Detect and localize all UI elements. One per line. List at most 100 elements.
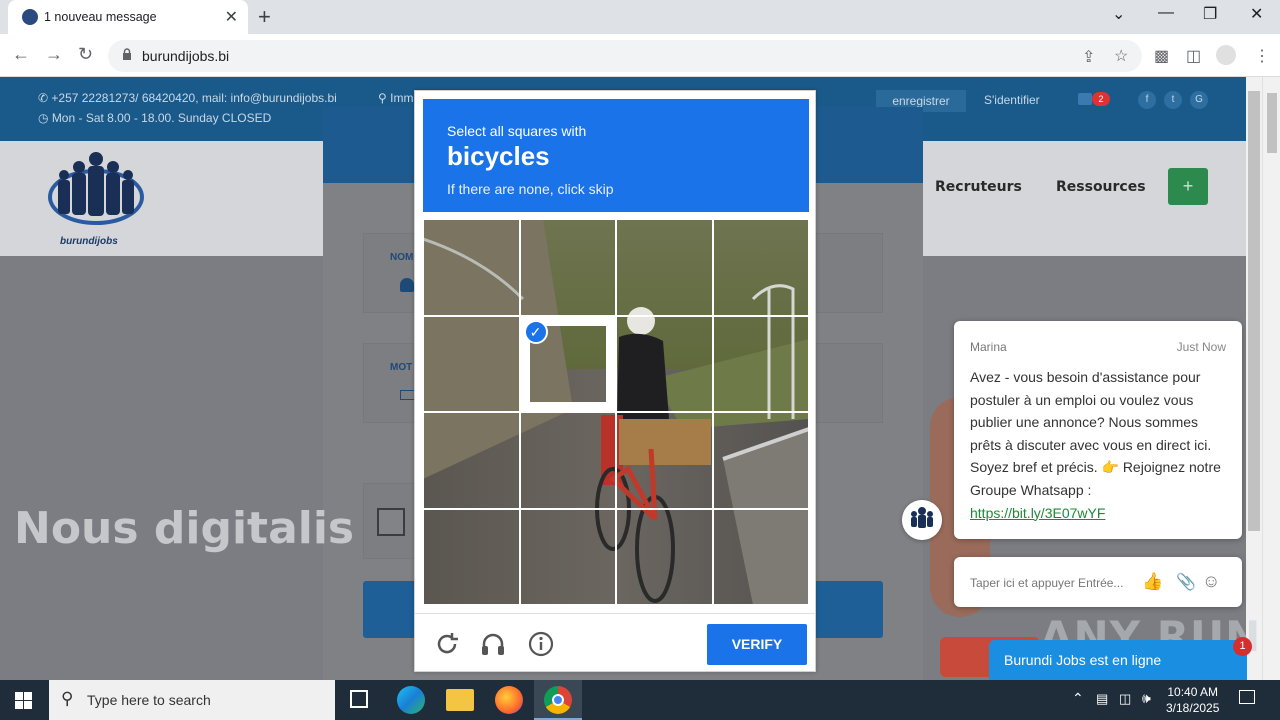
reload-icon[interactable]: ↻ (78, 44, 93, 65)
captcha-dialog: Select all squares with bicycles If ther… (414, 90, 816, 672)
chat-message-panel: Marina Just Now Avez - vous besoin d'ass… (954, 321, 1242, 539)
clock-time: 10:40 AM (1167, 685, 1219, 699)
page-scrollbar[interactable] (1262, 77, 1280, 680)
password-label: MOT (390, 362, 413, 373)
captcha-cell-2[interactable] (519, 219, 616, 316)
site-favicon-icon (22, 9, 38, 25)
menu-kebab-icon[interactable]: ⋮ (1254, 46, 1270, 66)
page-scrollbar-thumb[interactable] (1248, 91, 1260, 531)
clock-date: 3/18/2025 (1166, 701, 1220, 715)
file-explorer-icon[interactable] (446, 689, 474, 711)
captcha-cell-9[interactable] (423, 412, 520, 509)
volume-icon[interactable]: 🕪 (1142, 690, 1151, 707)
captcha-checkbox[interactable] (377, 508, 405, 536)
captcha-image-grid: ✓ (423, 219, 809, 605)
notification-icon[interactable] (1239, 690, 1255, 704)
cart-icon[interactable] (1078, 93, 1092, 105)
reload-captcha-icon[interactable] (433, 630, 461, 658)
twitter-icon[interactable]: t (1164, 91, 1182, 109)
thumbs-up-icon[interactable]: 👍 (1142, 572, 1163, 592)
captcha-subtext: If there are none, click skip (447, 181, 614, 197)
hero-heading-left: Nous digitalis (14, 503, 355, 554)
browser-tab-bar: 1 nouveau message ✕ + ⌄ — ❐ ✕ (0, 0, 1280, 34)
chat-agent-avatar (902, 500, 942, 540)
chrome-taskbar-button[interactable] (534, 680, 582, 720)
search-icon: ⚲ (61, 689, 74, 708)
back-arrow-icon[interactable]: ← (12, 44, 30, 65)
lock-icon (123, 48, 131, 60)
forward-arrow-icon[interactable]: → (45, 44, 63, 65)
chat-message-time: Just Now (1176, 340, 1226, 354)
chat-unread-badge: 1 (1233, 637, 1252, 656)
minimize-button[interactable]: — (1158, 4, 1174, 22)
captcha-cell-15[interactable] (616, 508, 713, 605)
user-icon (400, 278, 414, 292)
captcha-cell-3[interactable] (616, 219, 713, 316)
restore-button[interactable]: ❐ (1203, 4, 1217, 24)
attachment-icon[interactable]: 📎 (1176, 572, 1196, 592)
verify-button[interactable]: VERIFY (707, 624, 807, 665)
login-link[interactable]: S'identifier (984, 93, 1040, 107)
tray-chevron-icon[interactable]: ⌃ (1072, 690, 1084, 707)
captcha-cell-11[interactable] (616, 412, 713, 509)
hours-line: ◷ Mon - Sat 8.00 - 18.00. Sunday CLOSED (38, 111, 272, 125)
tab-close-icon[interactable]: ✕ (225, 7, 238, 27)
bookmark-star-icon[interactable]: ☆ (1114, 46, 1128, 66)
captcha-cell-6[interactable]: ✓ (519, 315, 616, 412)
chat-input[interactable]: Taper ici et appuyer Entrée... (970, 576, 1123, 590)
audio-challenge-icon[interactable] (479, 630, 507, 658)
captcha-cell-16[interactable] (712, 508, 809, 605)
captcha-header: Select all squares with bicycles If ther… (423, 99, 809, 212)
tray-device-icon[interactable]: ▤ (1096, 691, 1108, 707)
address-text: Imm (390, 91, 414, 105)
emoji-icon[interactable]: ☺ (1202, 571, 1220, 592)
facebook-icon[interactable]: f (1138, 91, 1156, 109)
browser-toolbar: ← → ↻ burundijobs.bi ⇪ ☆ ▩ ◫ ⋮ (0, 34, 1280, 77)
profile-avatar-icon[interactable] (1216, 45, 1236, 65)
captcha-footer: VERIFY (415, 613, 815, 673)
page-scrollbar-track[interactable] (1246, 77, 1262, 680)
captcha-cell-10[interactable] (519, 412, 616, 509)
captcha-cell-13[interactable] (423, 508, 520, 605)
address-bar[interactable]: burundijobs.bi ⇪ ☆ (108, 40, 1142, 72)
captcha-instruction: Select all squares with (447, 123, 587, 139)
edge-browser-icon[interactable] (397, 686, 425, 714)
task-view-icon[interactable] (350, 690, 368, 708)
taskbar-clock[interactable]: 10:40 AM 3/18/2025 (1166, 684, 1219, 716)
selected-check-icon: ✓ (523, 319, 548, 344)
hours-text: Mon - Sat 8.00 - 18.00. Sunday CLOSED (51, 111, 272, 125)
close-window-button[interactable]: ✕ (1250, 4, 1263, 24)
taskbar-search-box[interactable]: ⚲ Type here to search (49, 680, 335, 720)
scrollbar-thumb[interactable] (1267, 93, 1277, 153)
side-panel-icon[interactable]: ◫ (1186, 46, 1201, 66)
google-icon[interactable]: G (1190, 91, 1208, 109)
captcha-cell-1[interactable] (423, 219, 520, 316)
chat-message-body: Avez - vous besoin d'assistance pour pos… (970, 366, 1232, 524)
burundijobs-logo-icon[interactable] (46, 147, 146, 247)
share-icon[interactable]: ⇪ (1082, 47, 1095, 67)
captcha-cell-12[interactable] (712, 412, 809, 509)
cart-count-badge: 2 (1092, 92, 1110, 106)
add-button[interactable]: + (1168, 168, 1208, 205)
logo-wordmark: burundijobs (60, 236, 118, 247)
captcha-cell-14[interactable] (519, 508, 616, 605)
menu-recruteurs[interactable]: Recruteurs (935, 179, 1022, 195)
menu-ressources[interactable]: Ressources (1056, 179, 1146, 195)
whatsapp-group-link[interactable]: https://bit.ly/3E07wYF (970, 505, 1105, 521)
tab-title: 1 nouveau message (44, 10, 157, 24)
tab-search-icon[interactable]: ⌄ (1112, 4, 1125, 24)
windows-start-icon[interactable] (15, 692, 32, 709)
captcha-cell-5[interactable] (423, 315, 520, 412)
info-icon[interactable] (527, 630, 555, 658)
network-icon[interactable]: ◫ (1119, 691, 1131, 707)
new-tab-button[interactable]: + (258, 4, 271, 30)
firefox-icon[interactable] (495, 686, 523, 714)
browser-tab[interactable]: 1 nouveau message ✕ (8, 0, 248, 34)
captcha-cell-7[interactable] (616, 315, 713, 412)
captcha-cell-8[interactable] (712, 315, 809, 412)
captcha-cell-4[interactable] (712, 219, 809, 316)
extensions-icon[interactable]: ▩ (1154, 46, 1169, 66)
chat-status-bar[interactable]: Burundi Jobs est en ligne (989, 640, 1247, 680)
contact-text: +257 22281273/ 68420420, mail: info@buru… (51, 91, 337, 105)
chat-agent-name: Marina (970, 340, 1007, 354)
